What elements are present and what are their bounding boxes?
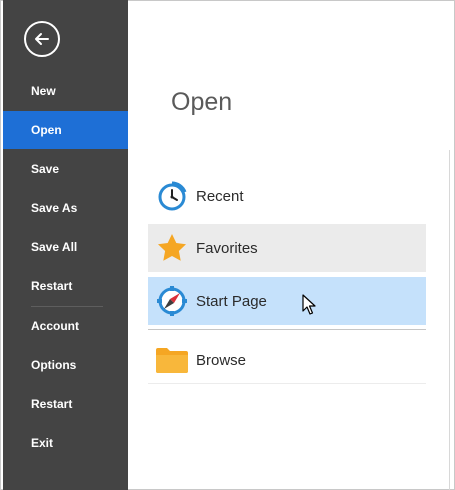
panel-divider [449,150,450,490]
sidebar: New Open Save Save As Save All Restart A… [3,0,128,490]
option-start-page-label: Start Page [196,292,267,310]
nav-save[interactable]: Save [3,150,128,188]
compass-icon [155,284,189,318]
nav-new[interactable]: New [3,72,128,110]
option-browse[interactable]: Browse [148,336,426,384]
option-recent-label: Recent [196,187,244,205]
options-separator [148,329,426,330]
nav-save-all[interactable]: Save All [3,228,128,266]
folder-icon [155,343,189,377]
option-start-page[interactable]: Start Page [148,277,426,325]
browse-underline [148,383,426,384]
option-favorites-label: Favorites [196,239,258,257]
nav-open[interactable]: Open [3,111,128,149]
nav-exit[interactable]: Exit [3,424,128,462]
option-recent[interactable]: Recent [148,172,426,220]
nav-account[interactable]: Account [3,307,128,345]
nav-restart-2[interactable]: Restart [3,385,128,423]
arrow-left-icon [35,33,49,45]
clock-icon [155,179,189,213]
star-icon [155,231,189,265]
nav-restart[interactable]: Restart [3,267,128,305]
nav-save-as[interactable]: Save As [3,189,128,227]
back-button[interactable] [24,21,60,57]
option-browse-label: Browse [196,351,247,369]
mouse-cursor-icon [302,294,316,315]
nav-options[interactable]: Options [3,346,128,384]
option-favorites[interactable]: Favorites [148,224,426,272]
page-title: Open [171,88,233,116]
